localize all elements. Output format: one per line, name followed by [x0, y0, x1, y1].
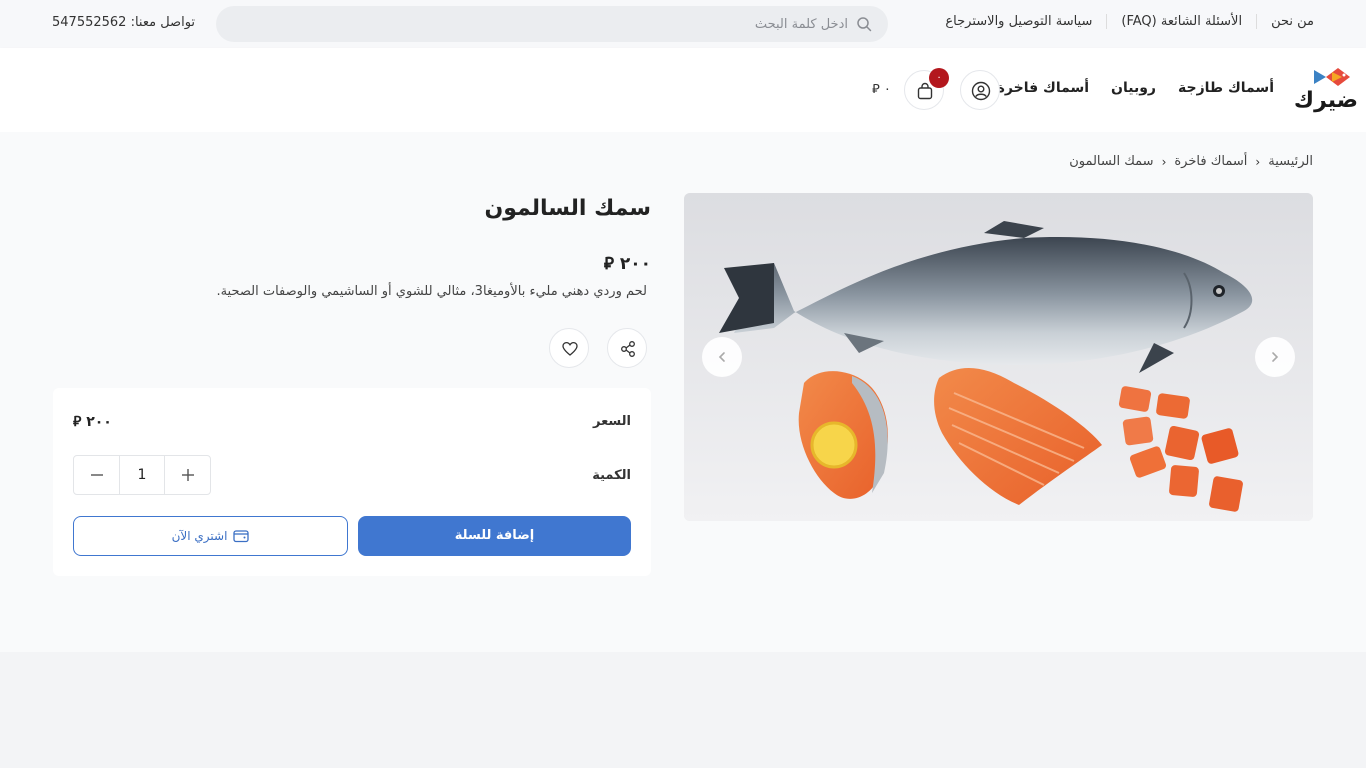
wallet-icon: [233, 530, 250, 543]
logo-wordmark: ضيرك: [1293, 88, 1359, 113]
breadcrumb-category[interactable]: أسماك فاخرة: [1174, 154, 1247, 169]
product-price: ٢٠٠ ⃁: [603, 254, 651, 274]
faq-link[interactable]: الأسئلة الشائعة (FAQ): [1106, 14, 1256, 29]
cart-count-badge: ٠: [929, 68, 949, 88]
fish-logo-icon: [1314, 68, 1350, 86]
gallery-next-button[interactable]: [1255, 337, 1295, 377]
minus-icon: [91, 474, 103, 476]
buy-now-label: اشتري الآن: [171, 529, 228, 543]
breadcrumb-home[interactable]: الرئيسية: [1268, 154, 1313, 169]
product-title: سمك السالمون: [484, 196, 651, 221]
wishlist-button[interactable]: [549, 328, 589, 368]
purchase-price: ٢٠٠ ⃁: [73, 414, 112, 430]
purchase-box: السعر ٢٠٠ ⃁ الكمية 1 إضافة للسلة اشتري ا…: [53, 388, 651, 576]
share-button[interactable]: [607, 328, 647, 368]
search-input[interactable]: [248, 6, 848, 42]
breadcrumb-current: سمك السالمون: [1069, 154, 1154, 169]
top-bar: من نحن الأسئلة الشائعة (FAQ) سياسة التوص…: [0, 0, 1366, 48]
chevron-left-icon: ‹: [1255, 154, 1261, 169]
search-bar: [216, 6, 888, 42]
share-icon: [621, 341, 635, 357]
quantity-value[interactable]: 1: [119, 456, 165, 494]
product-image-gallery[interactable]: [684, 193, 1313, 521]
user-icon: [971, 81, 991, 101]
decrease-quantity-button[interactable]: [74, 456, 119, 494]
price-label: السعر: [593, 414, 631, 429]
contact-phone[interactable]: تواصل معنا: 547552562: [52, 15, 195, 30]
shipping-policy-link[interactable]: سياسة التوصيل والاسترجاع: [931, 14, 1106, 29]
breadcrumb: الرئيسية ‹ أسماك فاخرة ‹ سمك السالمون: [1069, 154, 1313, 169]
product-page: الرئيسية ‹ أسماك فاخرة ‹ سمك السالمون سم…: [0, 132, 1366, 652]
salmon-product-image: [684, 193, 1313, 521]
add-to-cart-button[interactable]: إضافة للسلة: [358, 516, 631, 556]
top-links: من نحن الأسئلة الشائعة (FAQ) سياسة التوص…: [931, 14, 1314, 29]
store-logo[interactable]: ضيرك: [1294, 66, 1359, 114]
heart-icon: [562, 341, 578, 356]
gallery-prev-button[interactable]: [702, 337, 742, 377]
chevron-right-icon: [1272, 352, 1279, 362]
plus-icon: [181, 469, 194, 481]
buy-now-button[interactable]: اشتري الآن: [73, 516, 348, 556]
quantity-label: الكمية: [592, 468, 631, 483]
footer-area: [0, 652, 1366, 768]
account-button[interactable]: [960, 70, 1000, 110]
chevron-left-icon: [718, 352, 725, 362]
chevron-left-icon: ‹: [1161, 154, 1167, 169]
main-header: ضيرك أسماك طازجة روبيان أسماك فاخرة: [0, 48, 1366, 132]
nav-shrimp[interactable]: روبيان: [1111, 80, 1156, 96]
about-link[interactable]: من نحن: [1256, 14, 1314, 29]
increase-quantity-button[interactable]: [165, 456, 210, 494]
cart-total: ٠ ⃁: [872, 82, 891, 97]
quantity-stepper: 1: [73, 455, 211, 495]
nav-fresh-fish[interactable]: أسماك طازجة: [1178, 80, 1274, 96]
nav-premium-fish[interactable]: أسماك فاخرة: [997, 80, 1089, 96]
main-nav: أسماك طازجة روبيان أسماك فاخرة: [997, 80, 1274, 96]
search-icon[interactable]: [856, 16, 872, 32]
product-description: لحم وردي دهني مليء بالأوميغا3، مثالي للش…: [216, 284, 647, 299]
